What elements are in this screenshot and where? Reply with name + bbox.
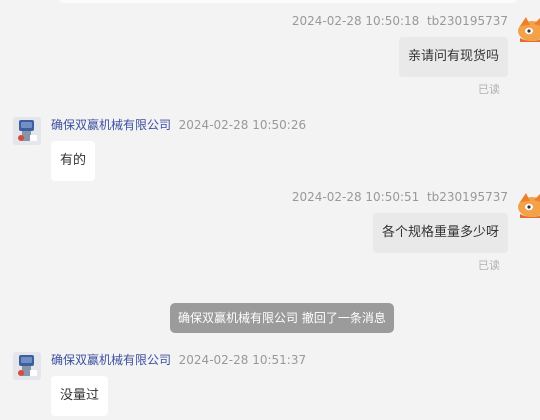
read-status: 已读 [478,83,500,96]
product-thumbnail-icon [13,352,41,380]
seller-avatar[interactable] [13,117,41,145]
message-meta: 确保双赢机械有限公司 2024-02-28 10:51:37 [51,352,306,368]
message-bubble[interactable]: 亲请问有现货吗 [398,37,508,77]
message-bubble[interactable]: 没量过 [51,376,109,416]
chat-history: 2024-02-28 10:50:18 tb230195737 亲请问有现货吗 … [0,0,540,420]
message-sender: tb230195737 [426,14,508,28]
customer-avatar-icon[interactable] [516,14,540,42]
customer-avatar-icon[interactable] [516,190,540,218]
message-timestamp: 2024-02-28 10:50:26 [178,118,307,132]
message-meta: 2024-02-28 10:50:51 tb230195737 [292,189,508,205]
message-timestamp: 2024-02-28 10:51:37 [178,353,307,367]
message-bubble[interactable]: 各个规格重量多少呀 [372,213,508,253]
message-sender: tb230195737 [426,190,508,204]
previous-message-edge [58,0,518,3]
message-sender[interactable]: 确保双赢机械有限公司 [51,353,171,367]
recall-notice: 确保双赢机械有限公司 撤回了一条消息 [170,303,394,333]
message-bubble[interactable]: 有的 [51,141,96,181]
message-sender[interactable]: 确保双赢机械有限公司 [51,118,171,132]
read-status: 已读 [478,259,500,272]
product-thumbnail-icon [13,117,41,145]
message-meta: 确保双赢机械有限公司 2024-02-28 10:50:26 [51,117,306,133]
message-timestamp: 2024-02-28 10:50:18 [291,14,420,28]
message-timestamp: 2024-02-28 10:50:51 [291,190,420,204]
seller-avatar[interactable] [13,352,41,380]
message-meta: 2024-02-28 10:50:18 tb230195737 [292,13,508,29]
